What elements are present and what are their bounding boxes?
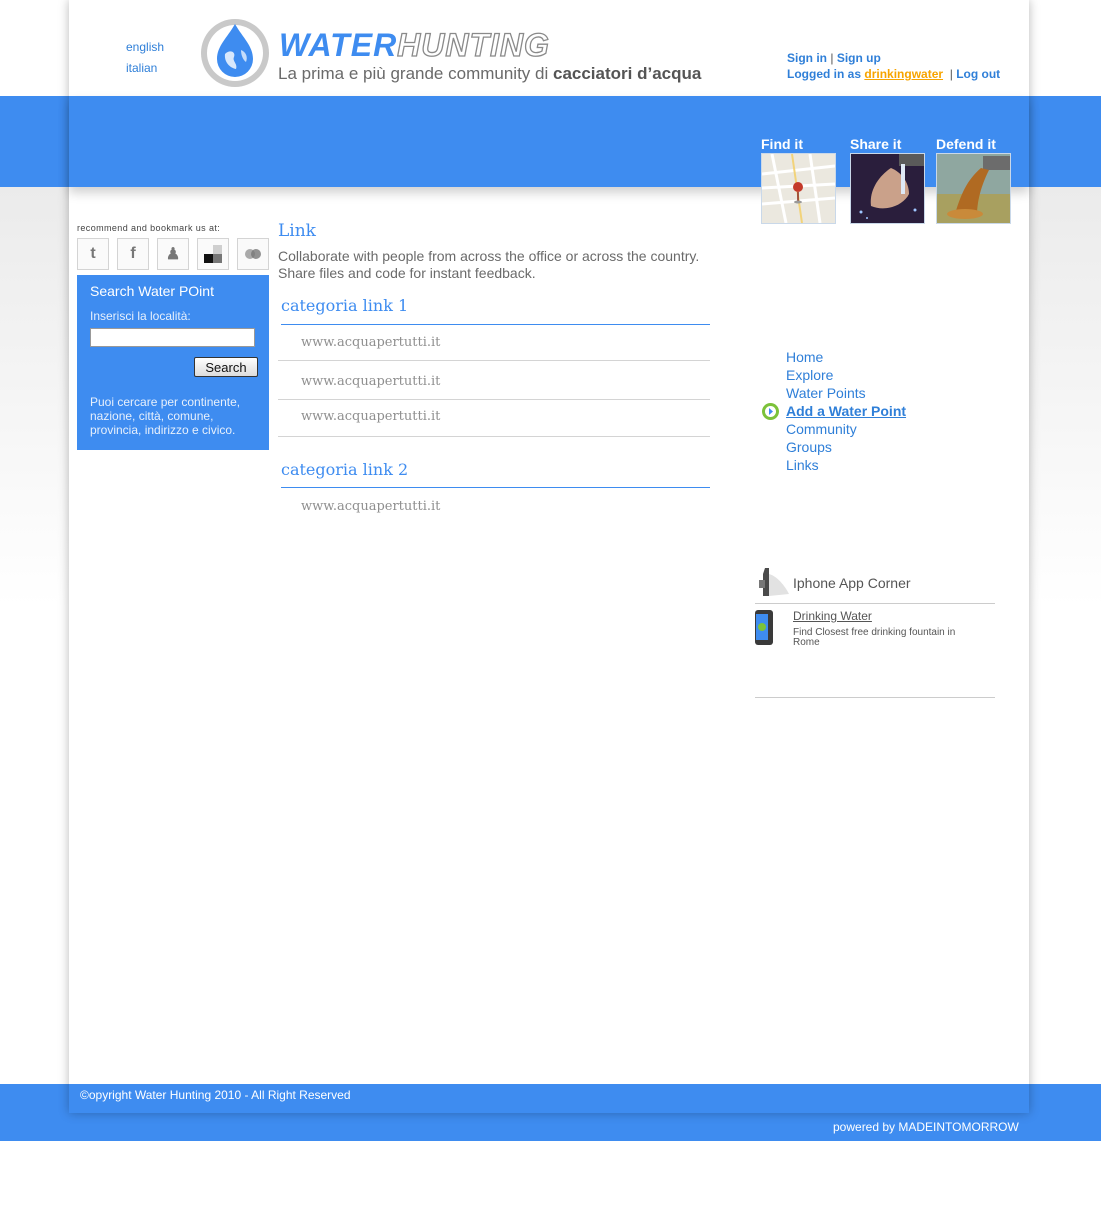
map-icon: [762, 154, 835, 223]
auth-separator: |: [830, 51, 834, 65]
promo-share-water-image[interactable]: [850, 153, 925, 224]
link-divider: [278, 360, 710, 361]
facebook-icon: f: [130, 245, 136, 262]
copyright-text: ©opyright Water Hunting 2010 - All Right…: [80, 1088, 351, 1102]
link-item[interactable]: www.acquapertutti.it: [301, 335, 440, 350]
twitter-share-button[interactable]: t: [77, 238, 109, 270]
site-logo-text[interactable]: WATERHUNTING: [279, 26, 550, 63]
app-corner-divider: [755, 603, 995, 604]
promo-defend-label: Defend it: [936, 136, 996, 152]
promo-find-label: Find it: [761, 136, 803, 152]
category-title-1: categoria link 1: [281, 296, 409, 315]
active-arrow-icon: [762, 403, 779, 420]
logged-in-label: Logged in as: [787, 67, 862, 81]
search-button[interactable]: Search: [194, 357, 258, 377]
language-italian-link[interactable]: italian: [126, 61, 157, 75]
auth-links: Sign in | Sign up: [787, 51, 881, 65]
site-tagline: La prima e più grande community di cacci…: [278, 64, 701, 84]
water-globe-logo-icon: [201, 19, 269, 87]
polluted-water-icon: [937, 154, 1010, 223]
drinking-water-app-link[interactable]: Drinking Water: [793, 609, 872, 623]
link-item[interactable]: www.acquapertutti.it: [301, 409, 440, 424]
nav-groups[interactable]: Groups: [786, 439, 832, 455]
sign-in-link[interactable]: Sign in: [787, 51, 827, 65]
category-divider-1: [281, 324, 710, 325]
iphone-app-icon: [759, 568, 789, 596]
nav-add-water-point[interactable]: Add a Water Point: [786, 403, 906, 419]
digg-icon: [245, 249, 261, 259]
promo-share-label: Share it: [850, 136, 902, 152]
auth-separator-2: |: [949, 67, 953, 81]
nav-explore[interactable]: Explore: [786, 367, 833, 383]
nav-home[interactable]: Home: [786, 349, 823, 365]
logo-word-hunting: HUNTING: [397, 26, 550, 63]
myspace-icon: ♟: [165, 246, 181, 263]
app-corner-bottom-divider: [755, 697, 995, 698]
page-intro: Collaborate with people from across the …: [278, 248, 700, 281]
login-status: Logged in as drinkingwater | Log out: [787, 67, 1000, 81]
search-hint: Puoi cercare per continente, nazione, ci…: [90, 395, 241, 437]
link-divider: [278, 399, 710, 400]
twitter-icon: t: [90, 245, 96, 262]
logo-word-water: WATER: [279, 27, 398, 63]
app-corner-title: Iphone App Corner: [793, 575, 911, 591]
search-location-input[interactable]: [90, 328, 255, 347]
powered-by-link[interactable]: powered by MADEINTOMORROW: [833, 1120, 1019, 1134]
drinking-water-app-icon: [755, 610, 773, 645]
search-panel: Search Water POint Inserisci la località…: [77, 275, 269, 450]
link-item[interactable]: www.acquapertutti.it: [301, 499, 440, 514]
username-link[interactable]: drinkingwater: [864, 67, 943, 81]
delicious-share-button[interactable]: [197, 238, 229, 270]
tagline-bold: cacciatori d’acqua: [552, 64, 702, 83]
promo-defend-pollution-image[interactable]: [936, 153, 1011, 224]
nav-water-points[interactable]: Water Points: [786, 385, 866, 401]
myspace-share-button[interactable]: ♟: [157, 238, 189, 270]
digg-share-button[interactable]: [237, 238, 269, 270]
nav-community[interactable]: Community: [786, 421, 857, 437]
nav-links[interactable]: Links: [786, 457, 819, 473]
link-item[interactable]: www.acquapertutti.it: [301, 374, 440, 389]
sign-up-link[interactable]: Sign up: [837, 51, 881, 65]
link-divider: [278, 436, 710, 437]
category-divider-2: [281, 487, 710, 488]
tagline-plain: La prima e più grande community di: [278, 64, 553, 83]
log-out-link[interactable]: Log out: [956, 67, 1000, 81]
language-english-link[interactable]: english: [126, 40, 164, 54]
drinking-water-app-description: Find Closest free drinking fountain in R…: [793, 627, 956, 648]
search-location-label: Inserisci la località:: [90, 309, 191, 323]
facebook-share-button[interactable]: f: [117, 238, 149, 270]
promo-find-map-image[interactable]: [761, 153, 836, 224]
page-title: Link: [278, 221, 316, 241]
bookmark-label: recommend and bookmark us at:: [77, 223, 221, 233]
delicious-icon: [204, 245, 222, 263]
category-title-2: categoria link 2: [281, 460, 409, 479]
hands-water-icon: [851, 154, 924, 223]
search-title: Search Water POint: [90, 283, 214, 299]
